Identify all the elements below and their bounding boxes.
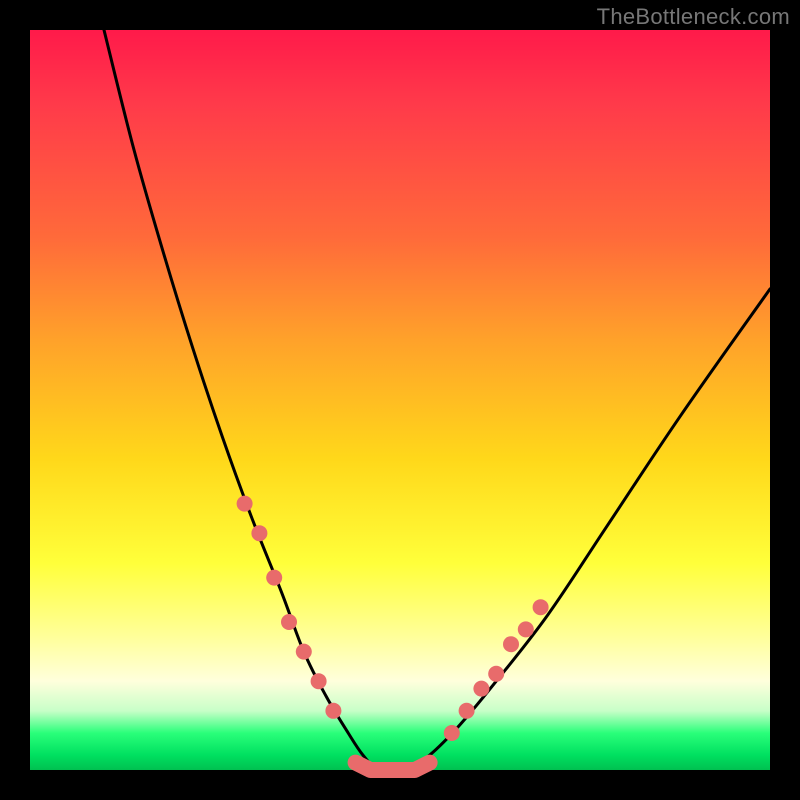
markers-left-dot: [325, 703, 341, 719]
markers-right-dot: [473, 681, 489, 697]
markers-left-dot: [296, 644, 312, 660]
markers-left-dot: [266, 570, 282, 586]
chart-svg: [30, 30, 770, 770]
markers-right-dot: [518, 621, 534, 637]
bottleneck-curve: [104, 30, 770, 771]
markers-right-dot: [533, 599, 549, 615]
markers-left: [237, 496, 342, 719]
watermark-text: TheBottleneck.com: [597, 4, 790, 30]
markers-right-dot: [444, 725, 460, 741]
markers-left-dot: [237, 496, 253, 512]
plot-area: [30, 30, 770, 770]
markers-right-dot: [459, 703, 475, 719]
markers-right: [444, 599, 549, 741]
markers-right-dot: [488, 666, 504, 682]
chart-frame: TheBottleneck.com: [0, 0, 800, 800]
markers-left-dot: [311, 673, 327, 689]
markers-right-dot: [503, 636, 519, 652]
markers-left-dot: [251, 525, 267, 541]
flat-band: [356, 763, 430, 770]
markers-left-dot: [281, 614, 297, 630]
